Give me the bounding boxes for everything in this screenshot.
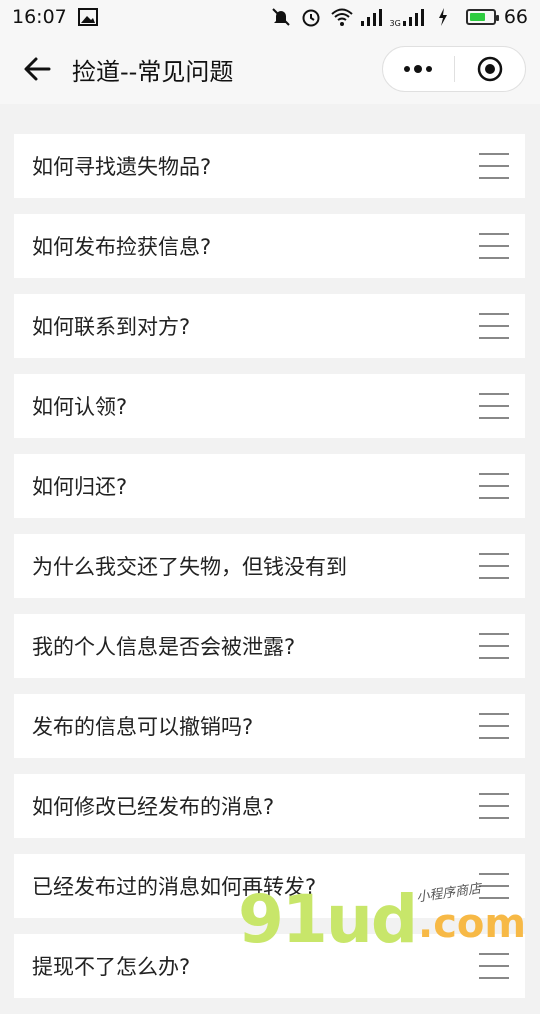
battery-icon — [465, 9, 499, 25]
menu-lines-icon — [479, 553, 509, 579]
image-notification-icon — [77, 6, 99, 28]
faq-item[interactable]: 如何寻找遗失物品? — [14, 134, 525, 198]
menu-lines-icon — [479, 873, 509, 899]
faq-item[interactable]: 为什么我交还了失物，但钱没有到 — [14, 534, 525, 598]
faq-item[interactable]: 如何联系到对方? — [14, 294, 525, 358]
faq-list: 如何寻找遗失物品? 如何发布捡获信息? 如何联系到对方? 如何认领? 如何归还?… — [14, 134, 525, 1014]
faq-item[interactable]: 提现不了怎么办? — [14, 934, 525, 998]
faq-item-label: 为什么我交还了失物，但钱没有到 — [32, 555, 347, 579]
signal-icon — [360, 6, 382, 28]
faq-item[interactable]: 发布的信息可以撤销吗? — [14, 694, 525, 758]
faq-item-label: 如何修改已经发布的消息? — [32, 795, 275, 819]
more-button[interactable] — [383, 47, 454, 91]
menu-lines-icon — [479, 393, 509, 419]
faq-item-label: 我的个人信息是否会被泄露? — [32, 635, 296, 659]
alarm-icon — [300, 6, 322, 28]
mute-bell-icon — [270, 6, 292, 28]
faq-item-label: 发布的信息可以撤销吗? — [32, 715, 254, 739]
miniprogram-capsule — [382, 46, 526, 92]
faq-item[interactable]: 已经发布过的消息如何再转发? — [14, 854, 525, 918]
arrow-left-icon — [24, 57, 51, 81]
faq-item[interactable]: 如何发布捡获信息? — [14, 214, 525, 278]
faq-item-label: 如何寻找遗失物品? — [32, 155, 212, 179]
faq-item[interactable]: 我的个人信息是否会被泄露? — [14, 614, 525, 678]
faq-item[interactable]: 如何认领? — [14, 374, 525, 438]
faq-item-label: 如何认领? — [32, 395, 128, 419]
faq-item-label: 如何归还? — [32, 475, 128, 499]
page-title: 捡道--常见问题 — [72, 57, 234, 86]
menu-lines-icon — [479, 793, 509, 819]
menu-lines-icon — [479, 153, 509, 179]
faq-item-label: 如何发布捡获信息? — [32, 235, 212, 259]
back-button[interactable] — [14, 46, 60, 92]
charging-icon — [436, 6, 458, 28]
signal-3g-icon: 3G — [390, 6, 428, 28]
nav-bar: 捡道--常见问题 — [0, 34, 540, 104]
status-time: 16:07 — [12, 6, 67, 28]
faq-item-label: 如何联系到对方? — [32, 315, 191, 339]
menu-lines-icon — [479, 473, 509, 499]
battery-percent: 66 — [503, 6, 528, 28]
faq-item[interactable]: 如何归还? — [14, 454, 525, 518]
more-dots-icon — [404, 65, 433, 73]
faq-item-label: 已经发布过的消息如何再转发? — [32, 875, 317, 899]
faq-item[interactable]: 如何修改已经发布的消息? — [14, 774, 525, 838]
wifi-icon — [330, 6, 353, 28]
menu-lines-icon — [479, 233, 509, 259]
target-circle-icon — [477, 56, 502, 82]
close-miniprogram-button[interactable] — [455, 47, 526, 91]
menu-lines-icon — [479, 953, 509, 979]
faq-item-label: 提现不了怎么办? — [32, 955, 191, 979]
menu-lines-icon — [479, 713, 509, 739]
menu-lines-icon — [479, 313, 509, 339]
status-bar: 16:07 3G 66 — [0, 0, 540, 34]
menu-lines-icon — [479, 633, 509, 659]
